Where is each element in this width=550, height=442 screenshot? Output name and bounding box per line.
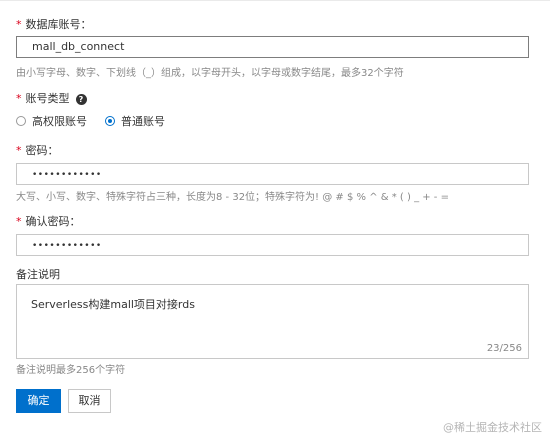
required-mark: * (16, 18, 22, 31)
radio-super-account[interactable] (16, 116, 26, 126)
confirm-password-input[interactable]: •••••••••••• (16, 234, 529, 256)
radio-normal-account[interactable] (105, 116, 115, 126)
account-type-options: 高权限账号 普通账号 (16, 113, 183, 129)
remark-help: 备注说明最多256个字符 (16, 365, 126, 376)
account-input[interactable]: mall_db_connect (16, 36, 529, 58)
watermark-text: @稀土掘金技术社区 (443, 421, 542, 434)
confirm-button[interactable]: 确定 (16, 389, 61, 413)
top-divider (0, 0, 550, 1)
remark-label: 备注说明 (16, 268, 60, 281)
account-label: * 数据库账号： (16, 18, 92, 31)
account-help: 由小写字母、数字、下划线（_）组成，以字母开头，以字母或数字结尾，最多32个字符 (16, 68, 404, 79)
required-mark: * (16, 144, 22, 157)
password-label: * 密码： (16, 144, 59, 157)
password-help: 大写、小写、数字、特殊字符占三种，长度为8 - 32位；特殊字符为! @ # $… (16, 192, 449, 203)
remark-char-count: 23/256 (486, 343, 522, 354)
remark-text: Serverless构建mall项目对接rds (31, 298, 195, 311)
confirm-password-label: * 确认密码： (16, 215, 81, 228)
cancel-button[interactable]: 取消 (68, 389, 111, 413)
password-input[interactable]: •••••••••••• (16, 163, 529, 185)
account-type-label: * 账号类型? (16, 92, 87, 106)
radio-super-account-label[interactable]: 高权限账号 (32, 113, 87, 129)
required-mark: * (16, 92, 22, 105)
required-mark: * (16, 215, 22, 228)
remark-textarea[interactable]: Serverless构建mall项目对接rds 23/256 (16, 284, 529, 359)
radio-normal-account-label[interactable]: 普通账号 (121, 113, 165, 129)
help-icon[interactable]: ? (75, 93, 87, 105)
